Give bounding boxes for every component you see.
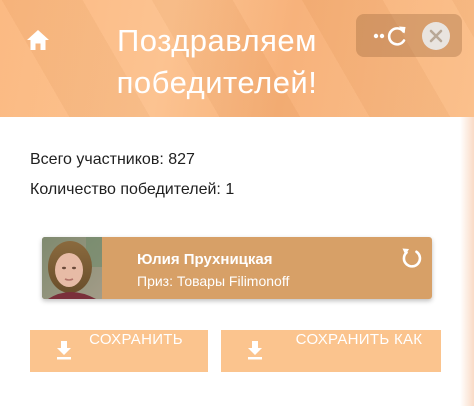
- save-as-image-button[interactable]: СОХРАНИТЬ КАК ИЗОБРАЖЕНИЕ: [221, 330, 441, 372]
- save-as-text-button[interactable]: СОХРАНИТЬ КАК ТЕКСТ: [30, 330, 208, 372]
- dialog-edge: [460, 117, 474, 406]
- winners-count-label: Количество победителей: 1: [30, 181, 235, 198]
- winner-prize: Приз: Товары Filimonoff: [137, 273, 290, 289]
- close-button[interactable]: [422, 22, 450, 50]
- header: Поздравляем победителей!: [0, 0, 474, 117]
- reroll-winner-button[interactable]: [398, 245, 424, 271]
- page-title: Поздравляем победителей!: [116, 23, 318, 100]
- redo-icon: [402, 248, 422, 268]
- winner-card: Юлия Прухницкая Приз: Товары Filimonoff: [42, 237, 432, 299]
- home-icon: [27, 30, 49, 50]
- window-controls: [356, 14, 462, 57]
- winners-dialog: Поздравляем победителей! Всего участнико…: [0, 0, 474, 406]
- reload-icon: [373, 26, 406, 46]
- total-participants-label: Всего участников: 827: [30, 151, 195, 168]
- close-icon: [429, 29, 443, 43]
- avatar: [42, 237, 102, 299]
- reload-button[interactable]: [372, 22, 412, 50]
- home-button[interactable]: [22, 24, 54, 56]
- save-as-image-label: СОХРАНИТЬ КАК ИЗОБРАЖЕНИЕ: [295, 331, 423, 348]
- winner-name: Юлия Прухницкая: [137, 251, 273, 268]
- save-as-text-label: СОХРАНИТЬ КАК ТЕКСТ: [89, 331, 183, 348]
